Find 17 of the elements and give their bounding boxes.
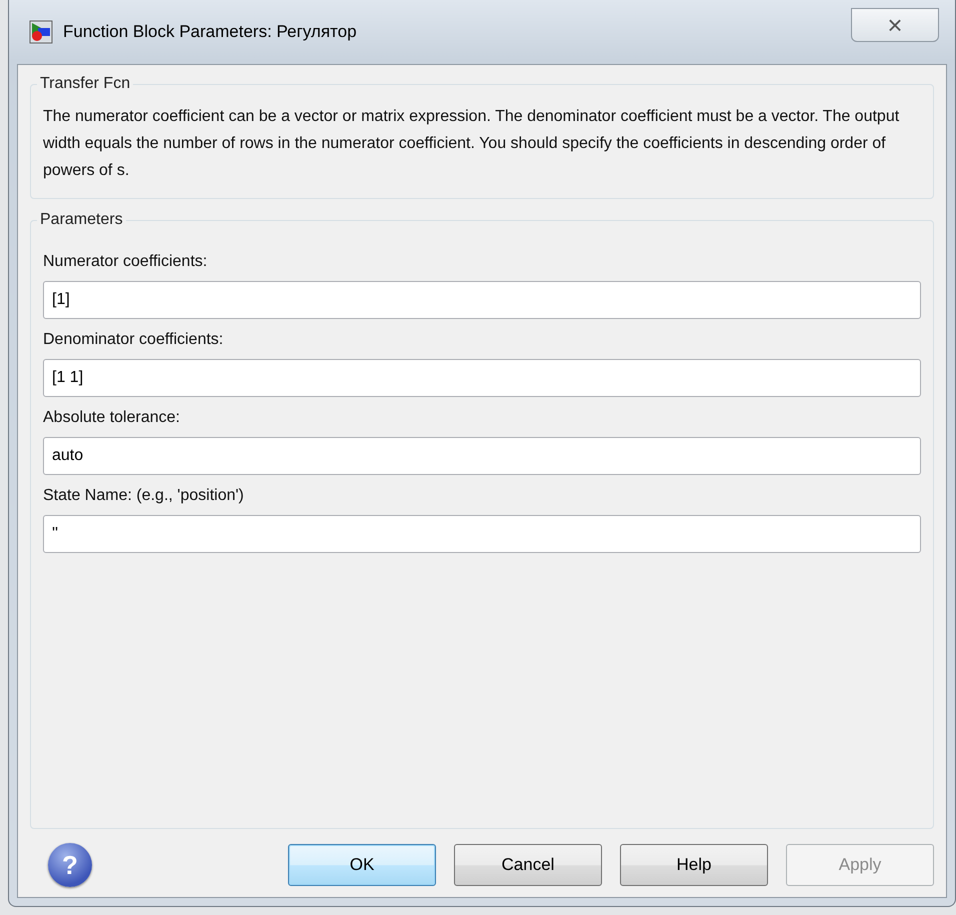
dialog-button[interactable]: Cancel <box>454 844 602 886</box>
group-title: Parameters <box>39 211 124 229</box>
group-title: Transfer Fcn <box>39 75 132 93</box>
field-label: Numerator coefficients: <box>43 253 208 271</box>
description-text: The numerator coefficient can be a vector or matrix expression. The denominator coefficient must be a vector. The output width equals the number of rows in the numerator coefficient. You should specify the coefficients in descending order of powers of s. <box>43 107 900 181</box>
input-field[interactable]: [1 1] <box>43 359 921 397</box>
field-label: Denominator coefficients: <box>43 331 224 349</box>
close-button[interactable]: × <box>851 8 939 42</box>
field-label: Absolute tolerance: <box>43 409 181 427</box>
input-field[interactable]: '' <box>43 515 921 553</box>
window-title: Function Block Parameters: Регулятор <box>63 22 357 42</box>
app-icon <box>29 20 53 44</box>
dialog-button[interactable]: OK <box>288 844 436 886</box>
dialog-button[interactable]: Help <box>620 844 768 886</box>
input-field[interactable]: [1] <box>43 281 921 319</box>
input-field[interactable]: auto <box>43 437 921 475</box>
field-label: State Name: (e.g., 'position') <box>43 487 245 505</box>
